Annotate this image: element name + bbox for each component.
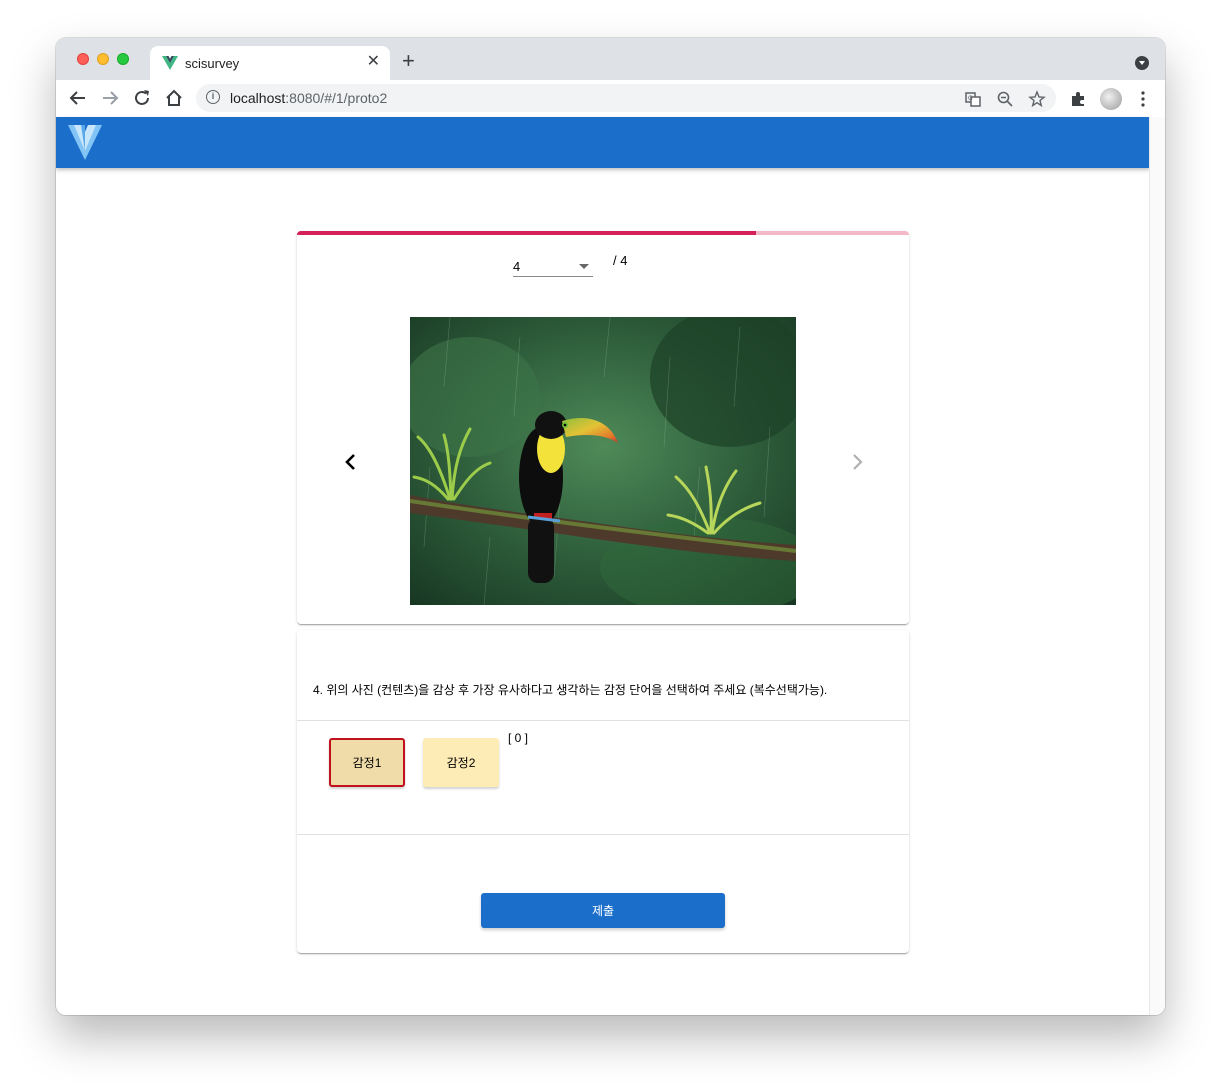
reload-icon[interactable] bbox=[131, 87, 153, 109]
tab-title: scisurvey bbox=[185, 56, 240, 71]
browser-window: scisurvey ✕ + i localhost:8080/#/1/proto… bbox=[56, 38, 1165, 1015]
emotion-button-1[interactable]: 감정1 bbox=[329, 738, 405, 787]
divider bbox=[297, 720, 909, 721]
next-chevron-icon[interactable] bbox=[847, 450, 867, 474]
forward-icon[interactable] bbox=[99, 87, 121, 109]
emotion-button-2[interactable]: 감정2 bbox=[423, 738, 499, 787]
image-card: 4 / 4 bbox=[297, 231, 909, 624]
app-bar bbox=[56, 117, 1150, 168]
close-window-button[interactable] bbox=[77, 53, 89, 65]
maximize-window-button[interactable] bbox=[117, 53, 129, 65]
svg-text:G: G bbox=[968, 95, 973, 102]
page-viewport: 4 / 4 4. 위의 사진 (컨텐츠)을 감상 후 가장 유사하다고 생각하는… bbox=[56, 117, 1165, 1015]
profile-avatar[interactable] bbox=[1100, 88, 1122, 110]
url-text: localhost:8080/#/1/proto2 bbox=[230, 90, 388, 106]
site-info-icon[interactable]: i bbox=[206, 90, 220, 104]
question-text: 4. 위의 사진 (컨텐츠)을 감상 후 가장 유사하다고 생각하는 감정 단어… bbox=[313, 683, 828, 697]
page-total: / 4 bbox=[613, 253, 628, 268]
submit-button[interactable]: 제출 bbox=[481, 893, 725, 928]
extensions-icon[interactable] bbox=[1068, 89, 1088, 109]
selected-count: [ 0 ] bbox=[508, 731, 529, 745]
browser-toolbar: i localhost:8080/#/1/proto2 G bbox=[56, 80, 1165, 118]
tab-strip: scisurvey ✕ + bbox=[56, 38, 1165, 80]
minimize-window-button[interactable] bbox=[97, 53, 109, 65]
page-select[interactable]: 4 bbox=[513, 255, 593, 277]
divider bbox=[297, 834, 909, 835]
vue-logo-icon bbox=[162, 56, 178, 70]
home-icon[interactable] bbox=[163, 87, 185, 109]
app-logo-icon[interactable] bbox=[68, 123, 102, 161]
progress-bar bbox=[297, 231, 909, 235]
new-tab-button[interactable]: + bbox=[402, 50, 415, 72]
translate-icon[interactable]: G bbox=[964, 90, 982, 108]
address-bar[interactable]: i localhost:8080/#/1/proto2 G bbox=[196, 84, 1056, 112]
close-tab-icon[interactable]: ✕ bbox=[367, 53, 380, 71]
scrollbar[interactable] bbox=[1149, 117, 1165, 1015]
progress-bar-fill bbox=[297, 231, 756, 235]
back-icon[interactable] bbox=[67, 87, 89, 109]
tab-search-icon[interactable] bbox=[1135, 56, 1149, 70]
question-card: 4. 위의 사진 (컨텐츠)을 감상 후 가장 유사하다고 생각하는 감정 단어… bbox=[297, 630, 909, 953]
previous-chevron-icon[interactable] bbox=[341, 450, 361, 474]
more-menu-icon[interactable] bbox=[1133, 89, 1153, 109]
dropdown-arrow-icon bbox=[579, 264, 589, 269]
bookmark-star-icon[interactable] bbox=[1028, 90, 1046, 108]
toucan-photo bbox=[410, 317, 796, 605]
browser-tab[interactable]: scisurvey ✕ bbox=[150, 46, 390, 80]
page-select-value: 4 bbox=[513, 259, 521, 274]
zoom-icon[interactable] bbox=[996, 90, 1014, 108]
